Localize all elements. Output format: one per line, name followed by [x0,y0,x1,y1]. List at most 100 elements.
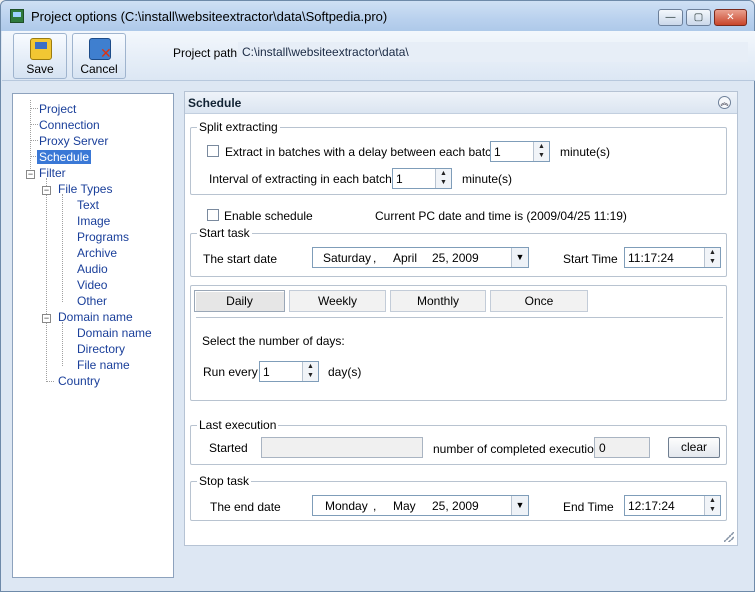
spin-up-icon[interactable]: ▲ [705,496,720,505]
spin-up-icon[interactable]: ▲ [705,248,720,257]
end-time-label: End Time [563,500,614,514]
maximize-button[interactable]: ▢ [686,9,711,26]
run-every-spinner[interactable]: 1 ▲ ▼ [259,361,319,382]
chevron-down-icon[interactable]: ▼ [511,496,528,515]
minimize-button[interactable]: — [658,9,683,26]
tree-item-text[interactable]: Text [77,198,99,212]
enable-schedule-label: Enable schedule [224,209,313,223]
title-bar[interactable]: Project options (C:\install\websiteextra… [1,1,754,31]
start-date-separator: , [373,251,377,265]
tab-daily[interactable]: Daily [194,290,285,312]
spin-down-icon[interactable]: ▼ [436,178,451,187]
spin-up-icon[interactable]: ▲ [436,169,451,178]
tree-item-other[interactable]: Other [77,294,107,308]
start-task-group: Start task The start date Saturday , Apr… [190,226,727,277]
tree-item-project[interactable]: Project [39,102,76,116]
file-types-expander[interactable]: − [42,186,51,195]
toolbar: Save Cancel Project path C:\install\webs… [2,31,755,81]
close-button[interactable]: ✕ [714,9,747,26]
end-date-weekday: Monday [325,499,368,513]
batch-delay-value: 1 [494,145,501,159]
filter-expander[interactable]: − [26,170,35,179]
spin-down-icon[interactable]: ▼ [705,257,720,266]
completed-executions-field: 0 [594,437,650,458]
tree-item-image[interactable]: Image [77,214,110,228]
end-date-label: The end date [210,500,281,514]
save-icon [30,38,52,60]
tree-item-domain-name[interactable]: Domain name [58,310,133,324]
panel-header: Schedule ︽ [185,92,737,114]
tree-item-programs[interactable]: Programs [77,230,129,244]
tree-item-domain-name-child[interactable]: Domain name [77,326,152,340]
started-label: Started [209,441,248,455]
domain-name-expander[interactable]: − [42,314,51,323]
app-icon [10,9,24,23]
tab-weekly[interactable]: Weekly [289,290,386,312]
spin-down-icon[interactable]: ▼ [303,371,318,380]
tree-line [62,194,63,302]
extract-batches-label: Extract in batches with a delay between … [225,145,509,159]
spinner-arrows[interactable]: ▲ ▼ [704,496,720,515]
tree-item-file-name[interactable]: File name [77,358,130,372]
spin-up-icon[interactable]: ▲ [303,362,318,371]
start-date-day-year: 25, 2009 [432,251,479,265]
batch-delay-spinner[interactable]: 1 ▲ ▼ [490,141,550,162]
tree-item-video[interactable]: Video [77,278,107,292]
enable-schedule-checkbox[interactable] [207,209,219,221]
resize-grip-icon[interactable] [724,532,734,542]
project-options-window: Project options (C:\install\websiteextra… [0,0,755,592]
current-time-text: Current PC date and time is (2009/04/25 … [375,209,627,223]
clear-button[interactable]: clear [668,437,720,458]
spin-up-icon[interactable]: ▲ [534,142,549,151]
tree-item-country[interactable]: Country [58,374,100,388]
start-date-picker[interactable]: Saturday , April 25, 2009 ▼ [312,247,529,268]
end-date-picker[interactable]: Monday , May 25, 2009 ▼ [312,495,529,516]
start-time-label: Start Time [563,252,618,266]
chevron-down-icon[interactable]: ▼ [511,248,528,267]
tree-line [30,100,31,175]
tree-item-schedule[interactable]: Schedule [37,150,92,164]
spinner-arrows[interactable]: ▲ ▼ [533,142,549,161]
tree-item-archive[interactable]: Archive [77,246,117,260]
tree-line [46,381,54,382]
completed-executions-label: number of completed executions [433,442,607,456]
tree-item-file-types[interactable]: File Types [58,182,112,196]
tab-monthly[interactable]: Monthly [390,290,486,312]
start-time-value: 11:17:24 [628,251,674,265]
start-date-month: April [393,251,418,265]
interval-spinner[interactable]: 1 ▲ ▼ [392,168,452,189]
spin-down-icon[interactable]: ▼ [534,151,549,160]
collapse-icon[interactable]: ︽ [718,96,731,109]
interval-unit: minute(s) [462,172,513,186]
start-time-spinner[interactable]: 11:17:24 ▲ ▼ [624,247,721,268]
run-every-label: Run every [203,365,258,379]
tree-item-proxy-server[interactable]: Proxy Server [39,134,108,148]
interval-value: 1 [396,172,403,186]
spinner-arrows[interactable]: ▲ ▼ [435,169,451,188]
last-execution-group: Last execution Started number of complet… [190,418,727,465]
spin-down-icon[interactable]: ▼ [705,505,720,514]
tab-divider [196,317,723,318]
tab-once[interactable]: Once [490,290,588,312]
tree-item-audio[interactable]: Audio [77,262,108,276]
tree-item-connection[interactable]: Connection [39,118,100,132]
stop-task-group: Stop task The end date Monday , May 25, … [190,474,727,521]
save-button[interactable]: Save [13,33,67,79]
schedule-panel: Schedule ︽ Split extracting Extract in b… [184,91,738,546]
start-date-label: The start date [203,252,278,266]
project-path-label: Project path [173,46,238,60]
start-task-legend: Start task [197,226,252,240]
tree-item-directory[interactable]: Directory [77,342,125,356]
interval-label: Interval of extracting in each batch [209,172,392,186]
cancel-button[interactable]: Cancel [72,33,126,79]
extract-batches-checkbox[interactable] [207,145,219,157]
batch-delay-unit: minute(s) [560,145,611,159]
stop-task-legend: Stop task [197,474,252,488]
spinner-arrows[interactable]: ▲ ▼ [704,248,720,267]
tree-item-filter[interactable]: Filter [39,166,66,180]
options-tree: − − − Project Connection Proxy Server Sc… [12,93,174,578]
end-time-spinner[interactable]: 12:17:24 ▲ ▼ [624,495,721,516]
project-path-value: C:\install\websiteextractor\data\ [238,42,748,62]
spinner-arrows[interactable]: ▲ ▼ [302,362,318,381]
tree-line [62,322,63,366]
